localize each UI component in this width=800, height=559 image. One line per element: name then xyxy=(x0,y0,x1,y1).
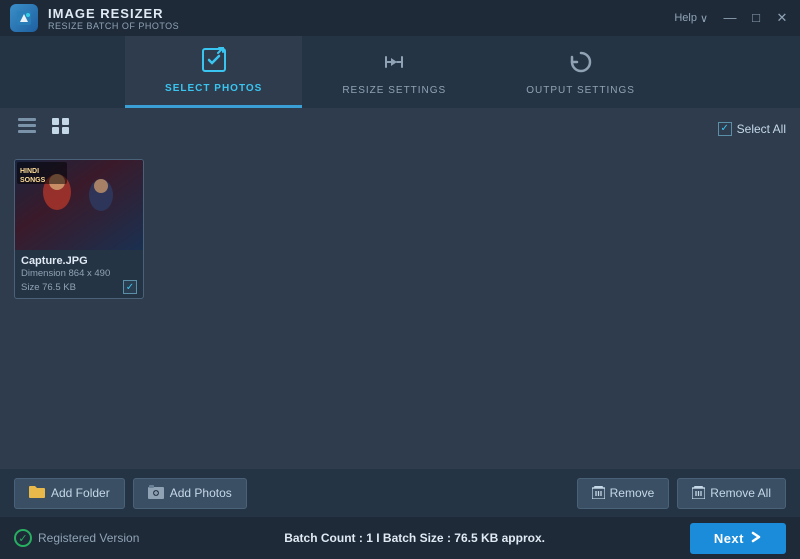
batch-size-sep: I Batch Size : xyxy=(376,531,451,545)
registered-text: Registered Version xyxy=(38,531,139,545)
tab-resize-settings-label: RESIZE SETTINGS xyxy=(342,85,446,96)
tab-output-settings-label: OUTPUT SETTINGS xyxy=(526,85,635,96)
list-view-button[interactable] xyxy=(14,116,40,141)
add-photos-icon xyxy=(148,485,164,502)
select-all-checkbox[interactable]: ✓ xyxy=(718,122,732,136)
batch-size-value: 76.5 KB approx. xyxy=(454,531,545,545)
remove-icon xyxy=(592,485,605,502)
app-title: IMAGE RESIZER xyxy=(48,6,179,21)
folder-icon xyxy=(29,485,45,502)
window-controls: — □ ✕ xyxy=(722,10,790,26)
next-label: Next xyxy=(714,531,744,546)
add-photos-label: Add Photos xyxy=(170,486,232,500)
list-item[interactable]: HINDI SONGS Capture.JPG Dimension 864 x … xyxy=(14,159,144,299)
svg-text:HINDI: HINDI xyxy=(20,168,39,175)
status-bar: ✓ Registered Version Batch Count : 1 I B… xyxy=(0,517,800,559)
select-all-area[interactable]: ✓ Select All xyxy=(718,122,786,136)
title-bar: IMAGE RESIZER RESIZE BATCH OF PHOTOS Hel… xyxy=(0,0,800,36)
tab-select-photos[interactable]: SELECT PHOTOS xyxy=(125,36,302,108)
photo-info: Capture.JPG Dimension 864 x 490 Size 76.… xyxy=(15,250,143,298)
title-bar-right: Help ∨ — □ ✕ xyxy=(674,10,790,26)
content-spacer xyxy=(0,429,800,469)
next-button[interactable]: Next xyxy=(690,523,786,554)
batch-count-label: Batch Count : xyxy=(284,531,363,545)
tab-output-settings[interactable]: OUTPUT SETTINGS xyxy=(486,36,675,108)
action-bar-left: Add Folder Add Photos xyxy=(14,478,247,509)
remove-all-icon xyxy=(692,485,705,502)
action-bar-right: Remove Remove All xyxy=(577,478,786,509)
photo-size: Size 76.5 KB xyxy=(21,282,76,293)
svg-text:SONGS: SONGS xyxy=(20,177,46,184)
add-folder-label: Add Folder xyxy=(51,486,110,500)
status-left: ✓ Registered Version xyxy=(14,529,139,547)
title-info: IMAGE RESIZER RESIZE BATCH OF PHOTOS xyxy=(48,6,179,31)
toolbar-row: ✓ Select All xyxy=(0,108,800,149)
action-bar: Add Folder Add Photos xyxy=(0,469,800,517)
batch-count-value: 1 xyxy=(366,531,373,545)
registered-icon: ✓ xyxy=(14,529,32,547)
add-folder-button[interactable]: Add Folder xyxy=(14,478,125,509)
tab-bar: SELECT PHOTOS RESIZE SETTINGS OUTPUT SET… xyxy=(0,36,800,108)
minimize-button[interactable]: — xyxy=(722,10,738,26)
title-bar-left: IMAGE RESIZER RESIZE BATCH OF PHOTOS xyxy=(10,4,179,32)
thumbnail-image: HINDI SONGS xyxy=(15,160,143,250)
remove-label: Remove xyxy=(610,486,655,500)
photo-grid: HINDI SONGS Capture.JPG Dimension 864 x … xyxy=(14,159,786,299)
main-content: HINDI SONGS Capture.JPG Dimension 864 x … xyxy=(0,149,800,429)
photo-dimension: Dimension 864 x 490 xyxy=(21,268,137,279)
status-right: Next xyxy=(690,523,786,554)
photo-checkbox[interactable]: ✓ xyxy=(123,280,137,294)
add-photos-button[interactable]: Add Photos xyxy=(133,478,247,509)
select-photos-icon xyxy=(201,47,227,79)
next-arrow-icon xyxy=(750,531,762,546)
select-all-label: Select All xyxy=(737,122,786,136)
tab-select-photos-label: SELECT PHOTOS xyxy=(165,83,262,94)
grid-view-button[interactable] xyxy=(48,116,74,141)
app-subtitle: RESIZE BATCH OF PHOTOS xyxy=(48,21,179,31)
status-center: Batch Count : 1 I Batch Size : 76.5 KB a… xyxy=(284,531,545,545)
remove-button[interactable]: Remove xyxy=(577,478,670,509)
tab-resize-settings[interactable]: RESIZE SETTINGS xyxy=(302,36,486,108)
help-button[interactable]: Help ∨ xyxy=(674,12,708,25)
maximize-button[interactable]: □ xyxy=(748,10,764,26)
photo-name: Capture.JPG xyxy=(21,255,137,267)
photo-thumbnail: HINDI SONGS xyxy=(15,160,143,250)
close-button[interactable]: ✕ xyxy=(774,10,790,26)
app-icon xyxy=(10,4,38,32)
resize-settings-icon xyxy=(381,49,407,81)
output-settings-icon xyxy=(568,49,594,81)
remove-all-button[interactable]: Remove All xyxy=(677,478,786,509)
remove-all-label: Remove All xyxy=(710,486,771,500)
photo-size-row: Size 76.5 KB ✓ xyxy=(21,280,137,294)
view-toggle xyxy=(14,116,74,141)
